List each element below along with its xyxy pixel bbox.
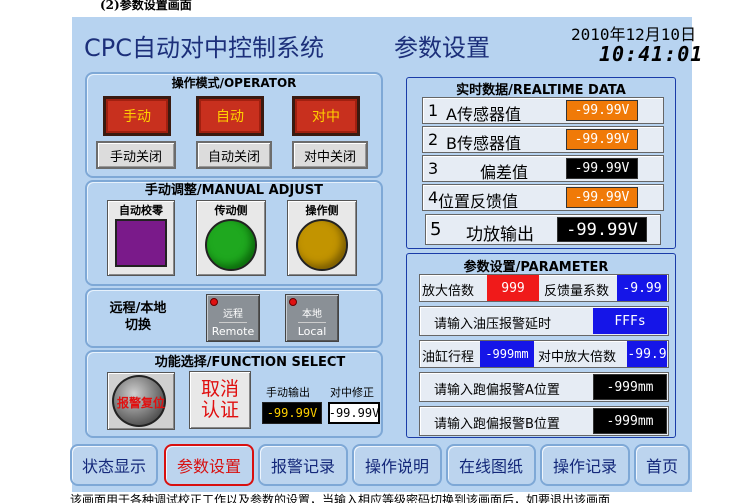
realtime-title: 实时数据/REALTIME DATA bbox=[456, 83, 626, 98]
realtime-row-4-index: 4 bbox=[428, 188, 439, 207]
remote-divider bbox=[219, 322, 247, 323]
function-select-title: 功能选择/FUNCTION SELECT bbox=[154, 355, 346, 370]
remote-button[interactable]: 远程 Remote bbox=[206, 294, 260, 342]
center-gain-label: 对中放大倍数 bbox=[538, 350, 617, 365]
local-indicator-icon bbox=[289, 298, 297, 306]
realtime-row-2-index: 2 bbox=[428, 130, 439, 149]
realtime-row-5-label: 功放输出 bbox=[466, 225, 534, 245]
cancel-auth-label: 取消 认证 bbox=[200, 378, 239, 421]
doc-heading: (2)参数设置画面 bbox=[100, 0, 192, 12]
remote-local-label: 远程/本地 切换 bbox=[100, 300, 176, 334]
realtime-row-5-value: -99.99V bbox=[557, 217, 647, 242]
local-button[interactable]: 本地 Local bbox=[285, 294, 339, 342]
local-en-label: Local bbox=[297, 325, 327, 338]
realtime-row-2-label: B传感器值 bbox=[446, 134, 521, 153]
deviation-b-label: 请输入跑偏报警B位置 bbox=[434, 417, 560, 432]
nav-alarm-records[interactable]: 报警记录 bbox=[258, 444, 348, 486]
parameter-title: 参数设置/PARAMETER bbox=[463, 260, 609, 275]
manual-output-value: -99.99V bbox=[262, 402, 322, 424]
time-display: 10:41:01 bbox=[599, 42, 704, 66]
realtime-row-4-label: 位置反馈值 bbox=[438, 192, 519, 211]
nav-operation-manual[interactable]: 操作说明 bbox=[352, 444, 442, 486]
cancel-auth-button[interactable]: 取消 认证 bbox=[189, 371, 251, 429]
realtime-row-3-index: 3 bbox=[428, 159, 439, 178]
manual-off-button[interactable]: 手动关闭 bbox=[96, 141, 176, 169]
nav-home[interactable]: 首页 bbox=[634, 444, 690, 486]
gain-label: 放大倍数 bbox=[422, 284, 475, 299]
center-off-button[interactable]: 对中关闭 bbox=[292, 141, 368, 169]
operate-side-yellow-icon bbox=[296, 219, 348, 271]
cylinder-label: 油缸行程 bbox=[422, 350, 475, 365]
center-mode-button[interactable]: 对中 bbox=[292, 96, 360, 136]
doc-footer-text: 该画面用于各种调试校正工作以及参数的设置，当输入相应等级密码切换到该画面后，如要… bbox=[70, 493, 611, 503]
manual-output-label: 手动输出 bbox=[266, 386, 310, 399]
manual-mode-button[interactable]: 手动 bbox=[103, 96, 171, 136]
realtime-row-2-value: -99.99V bbox=[566, 129, 638, 150]
realtime-row-1-label: A传感器值 bbox=[446, 105, 521, 124]
remote-cn-label: 远程 bbox=[223, 309, 243, 320]
drive-side-label-overlay: 传动侧 bbox=[214, 204, 248, 217]
nav-status-display[interactable]: 状态显示 bbox=[70, 444, 158, 486]
center-correction-value: -99.99V bbox=[328, 402, 380, 424]
realtime-row-3-label: 偏差值 bbox=[480, 163, 529, 182]
local-divider bbox=[298, 322, 326, 323]
center-correction-label: 对中修正 bbox=[330, 386, 374, 399]
remote-local-label-line1: 远程/本地 bbox=[109, 301, 167, 316]
manual-adjust-title: 手动调整/MANUAL ADJUST bbox=[144, 183, 324, 198]
local-cn-label: 本地 bbox=[302, 309, 322, 320]
remote-local-label-line2: 切换 bbox=[124, 318, 151, 333]
system-title: CPC自动对中控制系统 bbox=[84, 34, 324, 62]
feedback-input[interactable]: -9.99 bbox=[617, 275, 667, 301]
realtime-row-5-index: 5 bbox=[430, 219, 442, 240]
nav-operation-records[interactable]: 操作记录 bbox=[540, 444, 630, 486]
realtime-row-1-index: 1 bbox=[428, 101, 439, 120]
alarm-reset-label: 报警复位 bbox=[116, 396, 165, 410]
drive-side-green-icon bbox=[205, 219, 257, 271]
nav-parameter-settings[interactable]: 参数设置 bbox=[164, 444, 254, 486]
operate-side-label-overlay: 操作侧 bbox=[305, 204, 339, 217]
center-gain-input[interactable]: -99.9 bbox=[627, 341, 667, 367]
auto-off-button[interactable]: 自动关闭 bbox=[196, 141, 272, 169]
auto-zero-square-icon bbox=[115, 219, 167, 267]
feedback-label: 反馈量系数 bbox=[544, 284, 610, 299]
realtime-row-4-value: -99.99V bbox=[566, 187, 638, 208]
deviation-a-label: 请输入跑偏报警A位置 bbox=[434, 383, 560, 398]
auto-mode-button[interactable]: 自动 bbox=[196, 96, 264, 136]
deviation-b-input[interactable]: -999mm bbox=[593, 408, 667, 434]
screen-title: 参数设置 bbox=[394, 34, 490, 62]
oil-delay-input[interactable]: FFFs bbox=[593, 308, 667, 334]
deviation-a-input[interactable]: -999mm bbox=[593, 374, 667, 400]
auto-zero-label-overlay: 自动校零 bbox=[119, 204, 163, 217]
cylinder-input[interactable]: -999mm bbox=[480, 341, 534, 367]
remote-en-label: Remote bbox=[211, 325, 255, 338]
operator-title: 操作模式/OPERATOR bbox=[171, 76, 297, 90]
gain-input[interactable]: 999 bbox=[487, 275, 539, 301]
realtime-row-1-value: -99.99V bbox=[566, 100, 638, 121]
oil-delay-label: 请输入油压报警延时 bbox=[434, 317, 552, 332]
nav-online-drawings[interactable]: 在线图纸 bbox=[446, 444, 536, 486]
remote-indicator-icon bbox=[210, 298, 218, 306]
alarm-reset-button[interactable]: 报警复位 bbox=[107, 372, 175, 430]
realtime-row-3-value: -99.99V bbox=[566, 158, 638, 179]
